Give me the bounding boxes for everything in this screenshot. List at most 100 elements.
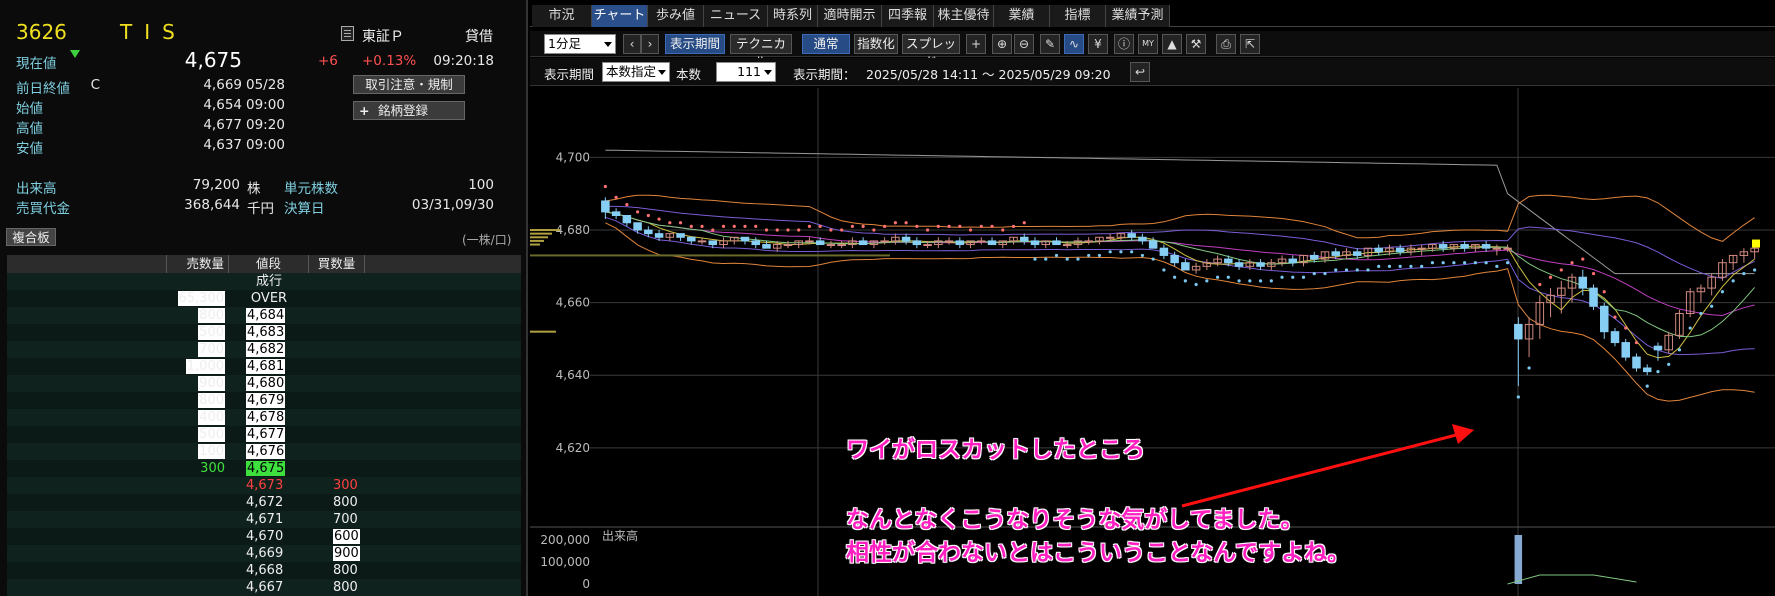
sar-dot [764,228,769,232]
candle-body [987,240,997,246]
turnover-value: 368,644 [184,197,240,213]
current-price: 4,675 [184,48,242,72]
info-icon[interactable]: ⓘ [1114,34,1134,54]
display-period-button[interactable]: 表示期間 [665,34,725,54]
composite-board-tab[interactable]: 複合板 [6,228,56,246]
board-header-blank [7,255,167,273]
tab-3[interactable]: ニュース [704,5,768,27]
tab-5[interactable]: 適時開示 [818,5,882,27]
sar-dot [1205,279,1209,283]
sar-dot [614,195,618,199]
yen-icon[interactable]: ¥ [1088,34,1108,54]
sell-qty-text: 100 [198,444,225,459]
count-input[interactable]: 111 [716,62,776,82]
area-chart-icon[interactable]: ▲ [1162,34,1182,54]
trade-notice-button[interactable]: 取引注意・規制 [353,75,465,94]
settlement-value: 03/31,09/30 [411,197,494,213]
candle-body [1256,262,1265,267]
wrench-icon[interactable]: ⚒ [1186,34,1206,54]
board-row[interactable]: 4,669 900 [7,545,521,562]
board-row[interactable]: 100 4,676 [7,443,521,460]
sell-qty-text: 400 [198,410,225,425]
board-row[interactable]: 4,668 800 [7,562,521,579]
buy-qty: 600 [309,528,363,545]
board-row[interactable]: 500 4,683 [7,324,521,341]
sar-dot [775,228,779,232]
period-select[interactable]: 本数指定 [602,62,670,82]
volume-tick-label: 100,000 [540,555,590,569]
tab-2[interactable]: 歩み値 [648,5,704,27]
crosshair-icon[interactable]: + [966,34,986,54]
tab-8[interactable]: 業績 [994,5,1050,27]
sell-qty-text: 800 [198,393,225,408]
pencil-icon[interactable]: ✎ [1040,34,1060,54]
board-row[interactable]: 900 4,680 [7,375,521,392]
price-cell: 4,675 [229,460,309,477]
candle-body [1610,331,1620,344]
my-icon[interactable]: MY [1138,34,1158,54]
down-triangle-icon [70,50,80,58]
tab-6[interactable]: 四季報 [882,5,934,27]
sell-qty-text: 800 [198,308,225,323]
volume-profile-bar [530,254,890,257]
tab-7[interactable]: 株主優待 [934,5,994,27]
board-row[interactable]: 65,300 OVER [7,290,521,307]
document-icon[interactable] [341,26,354,41]
buy-qty-text: 800 [333,563,358,578]
board-row[interactable]: 800 4,679 [7,392,521,409]
board-row[interactable]: 4,670 600 [7,528,521,545]
normal-button[interactable]: 通常 [802,34,850,54]
board-row[interactable]: 4,672 800 [7,494,521,511]
zoom-out-icon[interactable]: ⊖ [1014,34,1034,54]
chart-tool-icon[interactable]: ∿ [1064,34,1084,54]
price-cell: 4,676 [229,443,309,460]
spread-button[interactable]: スプレッド [902,34,960,69]
tab-9[interactable]: 指標 [1050,5,1106,27]
board-row[interactable]: 300 4,675 [7,460,521,477]
board-row[interactable]: 4,673 300 [7,477,521,494]
sell-qty-text: 65,300 [177,291,225,306]
board-row[interactable]: 400 4,678 [7,409,521,426]
tab-0[interactable]: 市況 [532,5,592,27]
price-text: 成行 [255,274,282,289]
tab-4[interactable]: 時系列 [768,5,818,27]
index-button[interactable]: 指数化 [854,34,898,54]
board-row[interactable]: 1,000 4,681 [7,358,521,375]
interval-value: 1分足 [548,36,581,51]
annotation-loss-cut: ワイがロスカットしたところ [846,437,1145,463]
candle-body [815,240,825,246]
prev-arrow-icon[interactable]: ‹ [623,34,641,54]
candle-body [1621,342,1630,358]
board-row[interactable]: 成行 [7,273,521,290]
sar-dot [1484,261,1488,265]
sell-qty-text: 300 [200,461,225,476]
export-icon[interactable]: ⇱ [1240,34,1260,54]
price-cell: 4,668 [229,562,309,579]
zoom-in-icon[interactable]: ⊕ [992,34,1012,54]
candle-body [826,244,836,247]
price-text: 4,679 [246,393,286,408]
board-row[interactable]: 4,667 800 [7,579,521,596]
tab-1[interactable]: チャート [592,5,648,27]
print-icon[interactable]: ⎙ [1216,34,1236,54]
sell-qty [167,545,225,562]
reset-icon[interactable]: ↩ [1130,62,1150,82]
technical-button[interactable]: テクニカル [730,34,792,69]
board-row[interactable]: 4,671 700 [7,511,521,528]
sar-dot [1645,384,1649,388]
sar-dot [1065,257,1069,261]
next-arrow-icon[interactable]: › [641,34,659,54]
buy-qty [309,409,363,426]
sell-qty [167,579,225,596]
register-stock-button[interactable]: + 銘柄登録 [353,101,465,120]
plus-icon: + [359,103,370,118]
tab-10[interactable]: 業績予測 [1106,5,1170,27]
sell-qty [167,273,225,290]
interval-select[interactable]: 1分足 [544,34,616,54]
board-row[interactable]: 500 4,677 [7,426,521,443]
price-cell: 4,682 [229,341,309,358]
board-row[interactable]: 800 4,684 [7,307,521,324]
board-row[interactable]: 700 4,682 [7,341,521,358]
buy-qty [309,341,363,358]
price-change-pct: +0.13% [362,53,417,69]
